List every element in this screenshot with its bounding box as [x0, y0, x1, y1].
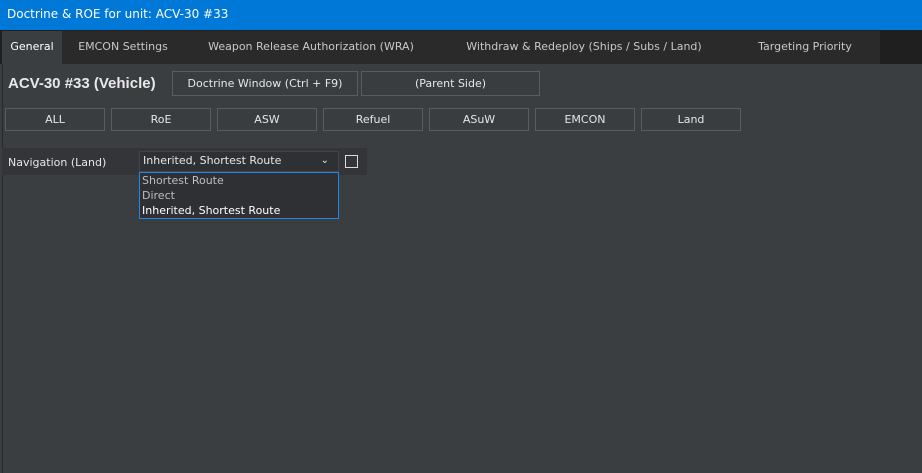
filter-emcon-button[interactable]: EMCON [535, 108, 635, 131]
navigation-label: Navigation (Land) [8, 156, 107, 169]
dropdown-option-shortest-route[interactable]: Shortest Route [142, 173, 338, 188]
filter-asw-button[interactable]: ASW [217, 108, 317, 131]
dropdown-option-inherited[interactable]: Inherited, Shortest Route [142, 203, 338, 218]
tab-targeting-priority[interactable]: Targeting Priority [730, 31, 880, 64]
doctrine-window-button[interactable]: Doctrine Window (Ctrl + F9) [172, 71, 358, 96]
navigation-dropdown-list: Shortest Route Direct Inherited, Shortes… [139, 172, 339, 219]
unit-name: ACV-30 #33 (Vehicle) [8, 75, 156, 92]
tab-bar: General EMCON Settings Weapon Release Au… [0, 30, 922, 64]
tab-wra[interactable]: Weapon Release Authorization (WRA) [184, 31, 438, 64]
filter-land-button[interactable]: Land [641, 108, 741, 131]
navigation-select[interactable]: Inherited, Shortest Route ⌄ [139, 151, 339, 172]
filter-refuel-button[interactable]: Refuel [323, 108, 423, 131]
filter-all-button[interactable]: ALL [5, 108, 105, 131]
window-title: Doctrine & ROE for unit: ACV-30 #33 [0, 0, 922, 30]
navigation-value: Inherited, Shortest Route [143, 154, 282, 167]
parent-side-button[interactable]: (Parent Side) [361, 71, 540, 96]
tab-emcon-settings[interactable]: EMCON Settings [62, 31, 184, 64]
navigation-checkbox[interactable] [345, 155, 358, 168]
filter-asuw-button[interactable]: ASuW [429, 108, 529, 131]
filter-roe-button[interactable]: RoE [111, 108, 211, 131]
tab-general[interactable]: General [2, 31, 62, 64]
chevron-down-icon: ⌄ [320, 155, 329, 166]
tab-withdraw-redeploy[interactable]: Withdraw & Redeploy (Ships / Subs / Land… [438, 31, 730, 64]
dropdown-option-direct[interactable]: Direct [142, 188, 338, 203]
